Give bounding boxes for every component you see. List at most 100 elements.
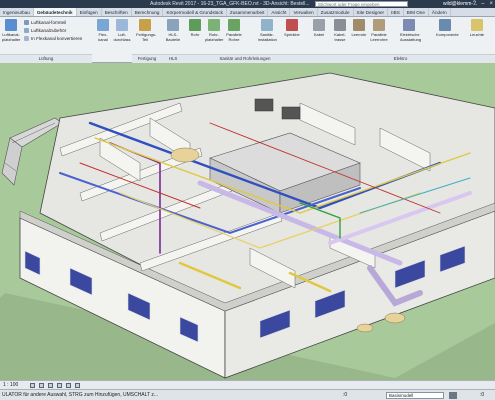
wire-icon: [313, 19, 325, 31]
button-label: Luftkanal-formteil: [31, 20, 67, 25]
button-label: Kabel-trasse: [334, 32, 346, 42]
button-label: Sprinkler: [284, 32, 300, 37]
tab-iibs[interactable]: IIBS: [388, 8, 404, 16]
lighting-fixture-button[interactable]: Leuchte: [468, 19, 486, 37]
component-button[interactable]: Komponente: [436, 19, 459, 37]
panel-fertigung: Fertigung: [132, 54, 162, 63]
3d-view-canvas[interactable]: [0, 63, 495, 380]
sun-path-icon[interactable]: [48, 383, 53, 388]
electrical-equipment-icon: [403, 19, 415, 31]
panel-hls: HLS: [162, 54, 184, 63]
parallel-pipes-button[interactable]: Parallele Rohre: [225, 19, 243, 42]
sprinkler-icon: [286, 19, 298, 31]
button-label: Kabel: [313, 32, 325, 37]
duct-fitting-button[interactable]: Luftkanal-formteil: [24, 20, 66, 26]
visual-style-icon[interactable]: [39, 383, 44, 388]
flex-duct-icon: [97, 19, 109, 31]
window-title: Autodesk Revit 2017 - 16-23_TGA_GFK-BEO.…: [150, 1, 310, 7]
cable-tray-icon: [334, 19, 346, 31]
filter-icon[interactable]: [449, 392, 457, 399]
title-bar: Autodesk Revit 2017 - 16-23_TGA_GFK-BEO.…: [0, 0, 495, 8]
sprinkler-button[interactable]: Sprinkler: [283, 19, 301, 37]
plumbing-fixture-button[interactable]: Sanitär-installation: [258, 19, 277, 42]
parallel-pipes-icon: [228, 19, 240, 31]
button-label: Luftkanalzubehör: [31, 28, 67, 33]
detail-level-icon[interactable]: [30, 383, 35, 388]
button-label: Komponente: [436, 32, 459, 37]
design-option-select[interactable]: Basismodell: [386, 392, 444, 399]
fabrication-part-button[interactable]: Fertigungs-Teil: [136, 19, 157, 42]
panel-lueftung: Lüftung: [0, 54, 92, 63]
tab-koerpermodell[interactable]: Körpermodell & Grundstück: [163, 8, 227, 16]
shadows-icon[interactable]: [57, 383, 62, 388]
plumbing-fixture-icon: [261, 19, 273, 31]
button-label: In Flexkanal konvertieren: [31, 36, 83, 41]
cable-tray-button[interactable]: Kabel-trasse: [331, 19, 349, 42]
tab-bim-one[interactable]: BIM One: [404, 8, 429, 16]
button-label: Flex-kanal: [98, 32, 108, 42]
building-3d-model[interactable]: [0, 63, 495, 380]
button-label: Luft-durchlass: [113, 32, 131, 42]
tab-aendern[interactable]: Ändern: [429, 8, 451, 16]
button-label: Sanitär-installation: [258, 32, 277, 42]
tab-zusammenarbeit[interactable]: Zusammenarbeit: [227, 8, 269, 16]
search-input[interactable]: Stichwort oder Frage eingeben: [315, 1, 408, 7]
button-label: Elektrische Ausstattung: [400, 32, 422, 42]
crop-view-icon[interactable]: [66, 383, 71, 388]
tab-ingenieurbau[interactable]: Ingenieurbau: [0, 8, 34, 16]
ribbon-tabs: Ingenieurbau Gebäudetechnik Einfügen Bes…: [0, 8, 495, 17]
mechanical-equipment-icon: [167, 19, 179, 31]
tab-beschriften[interactable]: Beschriften: [102, 8, 132, 16]
component-icon: [439, 19, 451, 31]
button-label: Parallele Leerrohre: [370, 32, 388, 42]
ribbon: Luftkanal-platzhalter Luftkanal-formteil…: [0, 17, 495, 63]
conduit-button[interactable]: Leerrohr: [350, 19, 368, 37]
tab-gebaeudetechnik[interactable]: Gebäudetechnik: [33, 8, 77, 16]
tab-verwalten[interactable]: Verwalten: [290, 8, 318, 16]
wire-button[interactable]: Kabel: [310, 19, 328, 37]
button-label: HLS-Bauteile: [165, 32, 181, 42]
button-label: Leerrohr: [351, 32, 367, 37]
convert-flex-button[interactable]: In Flexkanal konvertieren: [24, 36, 82, 42]
button-label: Luftkanal-platzhalter: [2, 32, 21, 42]
help-icon[interactable]: ?: [473, 0, 476, 8]
worksets-count: :0: [343, 392, 348, 398]
duct-accessory-button[interactable]: Luftkanalzubehör: [24, 28, 66, 34]
tab-site-designer[interactable]: Site Designer: [354, 8, 389, 16]
duct-fitting-icon: [24, 20, 29, 26]
mechanical-equipment-button[interactable]: HLS-Bauteile: [164, 19, 182, 42]
pipe-button[interactable]: Rohr: [186, 19, 204, 37]
button-label: Parallele Rohre: [226, 32, 242, 42]
pipe-placeholder-icon: [208, 19, 220, 31]
button-label: Fertigungs-Teil: [136, 32, 157, 42]
tab-ansicht[interactable]: Ansicht: [268, 8, 291, 16]
tab-berechnung[interactable]: Berechnung: [132, 8, 164, 16]
close-icon[interactable]: ×: [489, 0, 493, 8]
selection-count: :0: [480, 392, 485, 398]
tab-zusatzmodule[interactable]: Zusatzmodule: [318, 8, 354, 16]
parallel-conduits-button[interactable]: Parallele Leerrohre: [370, 19, 388, 42]
air-terminal-button[interactable]: Luft-durchlass: [113, 19, 131, 42]
electrical-equipment-button[interactable]: Elektrische Ausstattung: [400, 19, 422, 42]
button-label: Rohr-platzhalter: [205, 32, 224, 42]
duct-placeholder-button[interactable]: Luftkanal-platzhalter: [2, 19, 20, 42]
duct-accessory-icon: [24, 28, 29, 34]
tab-einfuegen[interactable]: Einfügen: [77, 8, 102, 16]
panel-sanitaer: Sanitär und Rohrleitungen: [184, 54, 306, 63]
pipe-placeholder-button[interactable]: Rohr-platzhalter: [205, 19, 223, 42]
convert-flex-icon: [24, 36, 29, 42]
lighting-fixture-icon: [471, 19, 483, 31]
status-bar: ULATOR für andere Auswahl, STRG zum Hinz…: [0, 389, 495, 400]
button-label: Rohr: [190, 32, 200, 37]
flex-duct-button[interactable]: Flex-kanal: [94, 19, 112, 42]
pipe-icon: [189, 19, 201, 31]
minimize-icon[interactable]: –: [481, 0, 484, 8]
temporary-hide-icon[interactable]: [75, 383, 80, 388]
panel-elektro: Elektro: [306, 54, 495, 63]
status-message: ULATOR für andere Auswahl, STRG zum Hinz…: [2, 392, 159, 398]
fabrication-icon: [139, 19, 151, 31]
parallel-conduits-icon: [373, 19, 385, 31]
view-control-bar: 1 : 100: [0, 380, 495, 389]
duct-placeholder-icon: [5, 19, 17, 31]
conduit-icon: [353, 19, 365, 31]
